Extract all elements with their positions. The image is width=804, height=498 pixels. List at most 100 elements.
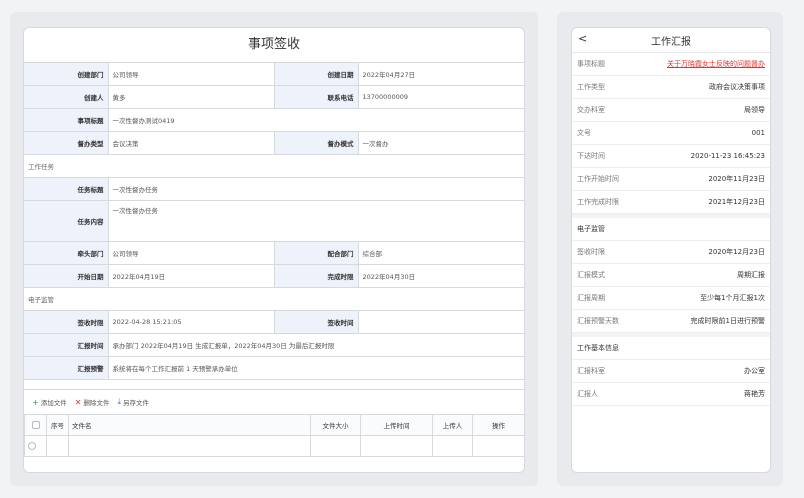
mobile-row-value: 2020年12月23日 [708, 248, 765, 256]
mobile-row-key: 汇报模式 [577, 271, 605, 279]
sign-form-table: 创建部门 公司领导 创建日期 2022年04月27日 创建人 黄多 联系电话 1… [24, 63, 524, 380]
mobile-row-value: 2020-11-23 16:45:23 [690, 152, 765, 160]
creator-value: 黄多 [108, 85, 275, 109]
coop-dept-label: 配合部门 [274, 241, 359, 265]
mobile-row-value: 办公室 [744, 367, 765, 375]
task-content-label: 任务内容 [24, 200, 109, 242]
col-filename: 文件名 [68, 414, 311, 436]
mobile-title: 工作汇报 [651, 36, 691, 48]
mobile-header: < 工作汇报 [572, 28, 770, 53]
mobile-row-value: 2021年12月23日 [708, 198, 765, 206]
table-row [24, 435, 524, 457]
row-radio[interactable] [24, 435, 47, 457]
creator-label: 创建人 [24, 85, 109, 109]
sign-form-card: 事项签收 创建部门 公司领导 创建日期 2022年04月27日 创建人 黄多 联… [23, 27, 525, 473]
create-dept-value: 公司领导 [108, 63, 275, 86]
mobile-row-key: 下达时间 [577, 152, 605, 160]
file-section: + 添加文件 ✕ 删除文件 ⤓ 另存文件 序号 文件名 文件大小 上传时间 上传… [24, 389, 524, 457]
mobile-row: 汇报模式 周期汇报 [572, 264, 770, 287]
task-title-value: 一次性督办任务 [108, 177, 524, 201]
checkbox-icon [31, 421, 40, 429]
mobile-row-value: 政府会议决策事项 [709, 83, 765, 91]
close-icon: ✕ [74, 397, 82, 407]
radio-icon [28, 442, 36, 450]
mobile-row-value: 局领导 [744, 106, 765, 114]
sign-at-value [358, 310, 524, 334]
phone-value: 13700000009 [358, 85, 524, 109]
create-date-value: 2022年04月27日 [358, 63, 524, 86]
task-content-value: 一次性督办任务 [108, 200, 524, 242]
mobile-row-value: 蒋艳芳 [744, 390, 765, 398]
add-file-button[interactable]: + 添加文件 [32, 397, 67, 408]
subject-value: 一次性督办测试0419 [108, 108, 524, 132]
mobile-report-view: < 工作汇报 事项标题 关于万晓霞女士反映的问题督办工作类型 政府会议决策事项交办科… [571, 27, 771, 473]
start-date-label: 开始日期 [24, 264, 109, 288]
delete-file-label: 删除文件 [83, 399, 110, 407]
mobile-row-key: 工作完成时限 [577, 198, 619, 206]
supervise-section-header: 电子监管 [24, 287, 524, 311]
mobile-row-key: 交办科室 [577, 106, 605, 114]
type-value: 会议决策 [108, 131, 275, 155]
create-date-label: 创建日期 [274, 63, 359, 86]
deadline-label: 完成时限 [274, 264, 359, 288]
task-section-header: 工作任务 [24, 154, 524, 178]
report-time-label: 汇报时间 [24, 333, 109, 357]
phone-label: 联系电话 [274, 85, 359, 109]
type-label: 督办类型 [24, 131, 109, 155]
select-all-checkbox[interactable] [24, 414, 47, 436]
mobile-row-key: 汇报科室 [577, 367, 605, 375]
mobile-supervise-list: 签收时限 2020年12月23日汇报模式 周期汇报汇报周期 至少每1个月汇报1次汇报预… [572, 241, 770, 333]
add-file-label: 添加文件 [40, 399, 67, 407]
deadline-value: 2022年04月30日 [358, 264, 524, 288]
col-upload-time: 上传时间 [360, 414, 433, 436]
sign-time-label: 签收时限 [24, 310, 109, 334]
mobile-row: 汇报科室 办公室 [572, 360, 770, 383]
mobile-info-list: 事项标题 关于万晓霞女士反映的问题督办工作类型 政府会议决策事项交办科室 局领导文号 0… [572, 53, 770, 214]
create-dept-label: 创建部门 [24, 63, 109, 86]
report-warn-value: 系统将在每个工作汇报前 1 天预警承办单位 [108, 356, 524, 380]
mobile-row: 汇报预警天数 完成时限前1日进行预警 [572, 310, 770, 333]
mobile-row-key: 工作类型 [577, 83, 605, 91]
lead-dept-label: 牵头部门 [24, 241, 109, 265]
save-as-button[interactable]: ⤓ 另存文件 [117, 397, 149, 407]
file-table-header: 序号 文件名 文件大小 上传时间 上传人 操作 [24, 414, 524, 436]
report-time-value: 承办部门 2022年04月19日 生成汇报单，2022年04月30日 为最后汇报… [108, 333, 524, 357]
mobile-row-key: 文号 [577, 129, 591, 137]
col-actions: 操作 [472, 414, 524, 436]
mode-value: 一次督办 [358, 131, 524, 155]
report-warn-label: 汇报预警 [24, 356, 109, 380]
file-table: 序号 文件名 文件大小 上传时间 上传人 操作 [24, 414, 524, 457]
mobile-row-link[interactable]: 关于万晓霞女士反映的问题督办 [667, 59, 765, 69]
mobile-row-key: 签收时限 [577, 248, 605, 256]
mobile-row: 汇报人 蒋艳芳 [572, 383, 770, 406]
mobile-row-key: 汇报周期 [577, 294, 605, 302]
mobile-row: 签收时限 2020年12月23日 [572, 241, 770, 264]
lead-dept-value: 公司领导 [108, 241, 275, 265]
sign-at-label: 签收时间 [274, 310, 359, 334]
save-as-label: 另存文件 [122, 399, 149, 407]
mobile-row: 下达时间 2020-11-23 16:45:23 [572, 145, 770, 168]
start-date-value: 2022年04月19日 [108, 264, 275, 288]
col-filesize: 文件大小 [310, 414, 361, 436]
file-toolbar: + 添加文件 ✕ 删除文件 ⤓ 另存文件 [24, 389, 524, 414]
mobile-row: 文号 001 [572, 122, 770, 145]
task-title-label: 任务标题 [24, 177, 109, 201]
plus-icon: + [32, 397, 39, 407]
download-icon: ⤓ [117, 397, 121, 406]
col-index: 序号 [46, 414, 69, 436]
mobile-row-key: 汇报预警天数 [577, 317, 619, 325]
mode-label: 督办模式 [274, 131, 359, 155]
mobile-row[interactable]: 事项标题 关于万晓霞女士反映的问题督办 [572, 53, 770, 76]
mobile-basic-list: 汇报科室 办公室汇报人 蒋艳芳 [572, 360, 770, 406]
mobile-row-value: 周期汇报 [737, 271, 765, 279]
delete-file-button[interactable]: ✕ 删除文件 [74, 397, 110, 408]
col-uploader: 上传人 [432, 414, 473, 436]
subject-label: 事项标题 [24, 108, 109, 132]
mobile-row-value: 至少每1个月汇报1次 [700, 294, 765, 302]
mobile-row-key: 事项标题 [577, 60, 605, 68]
form-title: 事项签收 [24, 28, 524, 63]
mobile-row-value: 001 [751, 129, 765, 137]
coop-dept-value: 综合部 [358, 241, 524, 265]
mobile-row-value: 完成时限前1日进行预警 [690, 317, 765, 325]
back-arrow-icon[interactable]: < [578, 32, 587, 45]
